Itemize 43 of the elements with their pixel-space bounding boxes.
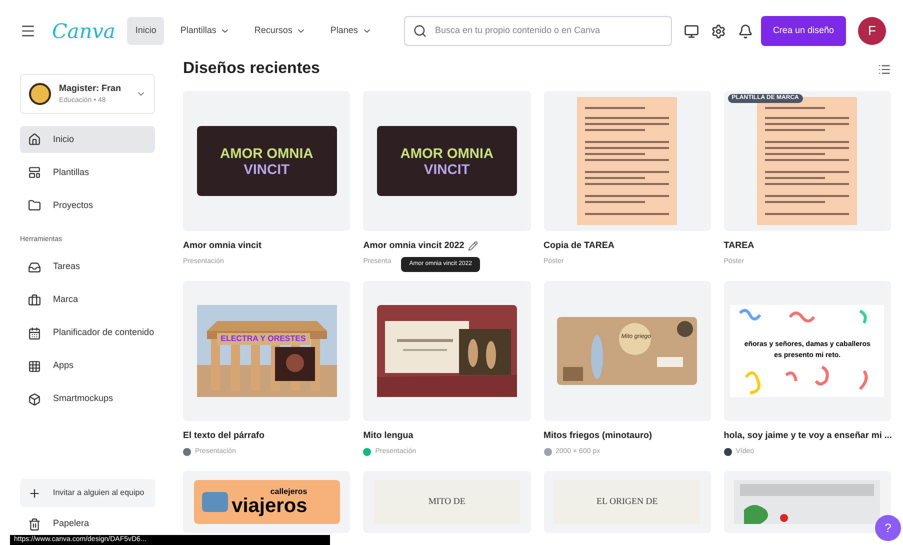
design-title[interactable]: Mitos friegos (minotauro) [544, 429, 652, 442]
nav-tab[interactable]: Plantillas [172, 17, 238, 45]
preview-text: callejeros [270, 488, 308, 496]
nav-tab[interactable]: Planes [322, 17, 380, 45]
sidebar-item[interactable]: Tareas [20, 254, 155, 280]
design-title[interactable]: Copia de TAREA [544, 239, 614, 252]
sidebar-item[interactable]: Inicio [20, 126, 155, 153]
design-card[interactable]: AMOR OMNIA VINCIT [183, 91, 350, 231]
design-card[interactable]: MITO DE [363, 471, 530, 533]
sidebar-item[interactable]: Marca [20, 286, 155, 314]
design-card[interactable]: AMOR OMNIA VINCIT [363, 91, 530, 231]
preview-text: VINCIT [244, 161, 290, 177]
preview-text: viajeros [232, 496, 308, 516]
sidebar-item[interactable]: Planificador de contenido [20, 320, 155, 346]
preview-text: EL ORIGEN DE [596, 495, 658, 508]
sidebar-item[interactable]: Apps [20, 352, 155, 380]
section-title: Diseños recientes [183, 59, 320, 79]
design-title[interactable]: Amor omnia vincit [183, 239, 262, 252]
invite-button[interactable]: Invitar a alguien al equipo [20, 479, 155, 507]
sidebar-item[interactable]: Proyectos [20, 192, 155, 219]
preview-text: VINCIT [424, 161, 470, 177]
nav-tab[interactable]: Inicio [127, 17, 164, 45]
design-title[interactable]: Amor omnia vincit 2022 [363, 239, 464, 252]
preview-text: ELECTRA Y ORESTES [216, 333, 310, 345]
preview-text: MITO DE [428, 495, 466, 508]
design-title[interactable]: TAREA [724, 239, 754, 252]
sidebar-item[interactable]: Plantillas [20, 159, 155, 186]
search-input[interactable]: Busca en tu propio contenido o en Canva [434, 24, 663, 38]
design-card[interactable]: EL ORIGEN DE [544, 471, 711, 533]
help-button[interactable]: ? [875, 515, 901, 541]
account-name: Magister: Fran [59, 82, 122, 95]
design-title[interactable]: hola, soy jaime y te voy a enseñar mi ... [724, 429, 892, 442]
sidebar-item[interactable]: Papelera [20, 513, 155, 535]
sidebar-item[interactable]: Smartmockups [20, 386, 155, 412]
avatar[interactable]: F [858, 17, 886, 45]
preview-text: AMOR OMNIA [400, 145, 494, 161]
create-design-button[interactable]: Crea un diseño [760, 16, 846, 46]
design-card[interactable]: callejeros viajeros [183, 471, 350, 533]
search-field[interactable]: Busca en tu propio contenido o en Canva [404, 16, 672, 46]
design-title[interactable]: Mito lengua [363, 429, 414, 442]
preview-text: AMOR OMNIA [220, 145, 314, 161]
design-title[interactable]: El texto del párrafo [183, 429, 265, 442]
nav-tab[interactable]: Recursos [246, 17, 314, 45]
